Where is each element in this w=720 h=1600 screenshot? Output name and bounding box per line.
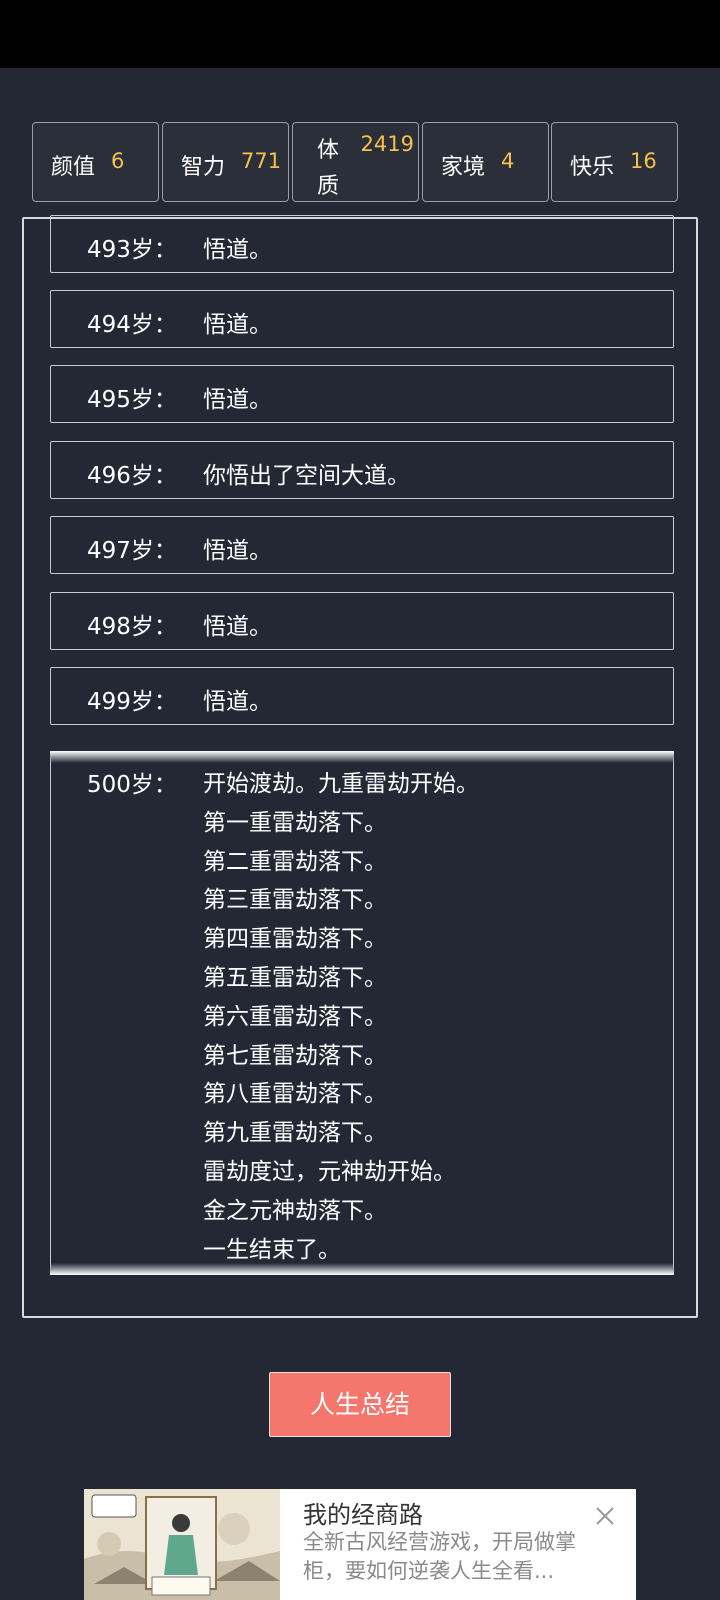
log-entry: 495岁： 悟道。 (50, 365, 674, 423)
entry-age: 499岁： (87, 689, 177, 715)
event-line: 雷劫度过，元神劫开始。 (203, 1158, 456, 1185)
event-line: 金之元神劫落下。 (203, 1197, 387, 1224)
ad-title[interactable]: 我的经商路 (303, 1495, 423, 1530)
entry-age: 496岁： (87, 463, 177, 489)
stat-happiness: 快乐 16 (551, 122, 678, 202)
stat-label: 快乐 (570, 155, 615, 180)
entry-event: 悟道。 (203, 614, 272, 640)
stat-family: 家境 4 (422, 122, 549, 202)
entry-event: 悟道。 (203, 387, 272, 413)
stat-appearance: 颜值 6 (32, 122, 159, 202)
event-line: 第三重雷劫落下。 (203, 887, 387, 914)
entry-age: 498岁： (87, 614, 177, 640)
close-icon[interactable] (592, 1503, 618, 1529)
attribute-bar: 颜值 6 智力 771 体质 2419 家境 4 快乐 16 (32, 122, 688, 202)
entry-event: 悟道。 (203, 237, 272, 263)
entry-event: 悟道。 (203, 689, 272, 715)
stat-constitution: 体质 2419 (292, 122, 419, 202)
log-entry: 494岁： 悟道。 (50, 290, 674, 348)
event-line: 第八重雷劫落下。 (203, 1081, 387, 1108)
stat-value: 16 (630, 149, 657, 173)
event-line: 第四重雷劫落下。 (203, 926, 387, 953)
stat-label: 颜值 (51, 155, 96, 180)
log-entry: 497岁： 悟道。 (50, 516, 674, 574)
ad-description[interactable]: 全新古风经营游戏，开局做掌柜，要如何逆袭人生全看... (303, 1528, 593, 1586)
entry-event: 你悟出了空间大道。 (203, 463, 410, 489)
stat-value: 4 (501, 149, 515, 173)
status-bar (0, 0, 720, 68)
stat-value: 2419 (360, 132, 414, 156)
entry-age: 493岁： (87, 237, 177, 263)
event-line: 一生结束了。 (203, 1236, 341, 1263)
stat-label: 家境 (441, 155, 486, 180)
stat-value: 771 (241, 149, 282, 173)
event-line: 第六重雷劫落下。 (203, 1003, 387, 1030)
entry-event-lines: 开始渡劫。九重雷劫开始。 第一重雷劫落下。 第二重雷劫落下。 第三重雷劫落下。 … (203, 765, 479, 1269)
log-entry: 493岁： 悟道。 (50, 215, 674, 273)
stat-value: 6 (111, 149, 125, 173)
entry-age: 500岁： (87, 772, 177, 798)
event-line: 第二重雷劫落下。 (203, 848, 387, 875)
event-line: 第五重雷劫落下。 (203, 964, 387, 991)
life-log[interactable]: 493岁： 悟道。 494岁： 悟道。 495岁： 悟道。 496岁： 你悟出了… (22, 215, 698, 1318)
log-entry: 496岁： 你悟出了空间大道。 (50, 441, 674, 499)
stat-label: 智力 (181, 155, 226, 180)
entry-event: 悟道。 (203, 312, 272, 338)
event-line: 第九重雷劫落下。 (203, 1120, 387, 1147)
entry-top-edge (50, 751, 674, 763)
entry-age: 495岁： (87, 387, 177, 413)
event-line: 第一重雷劫落下。 (203, 809, 387, 836)
entry-event: 悟道。 (203, 538, 272, 564)
ad-image[interactable] (84, 1489, 280, 1600)
log-entry: 499岁： 悟道。 (50, 667, 674, 725)
log-entry: 498岁： 悟道。 (50, 592, 674, 650)
stat-intelligence: 智力 771 (162, 122, 289, 202)
log-entry-final: 500岁： 开始渡劫。九重雷劫开始。 第一重雷劫落下。 第二重雷劫落下。 第三重… (50, 751, 674, 1275)
entry-age: 497岁： (87, 538, 177, 564)
entry-age: 494岁： (87, 312, 177, 338)
ad-banner[interactable]: 我的经商路 全新古风经营游戏，开局做掌柜，要如何逆袭人生全看... (84, 1489, 636, 1600)
ad-illustration (84, 1489, 280, 1600)
stat-label: 体质 (317, 138, 340, 199)
event-line: 开始渡劫。九重雷劫开始。 (203, 771, 479, 797)
life-summary-button[interactable]: 人生总结 (269, 1372, 451, 1437)
event-line: 第七重雷劫落下。 (203, 1042, 387, 1069)
